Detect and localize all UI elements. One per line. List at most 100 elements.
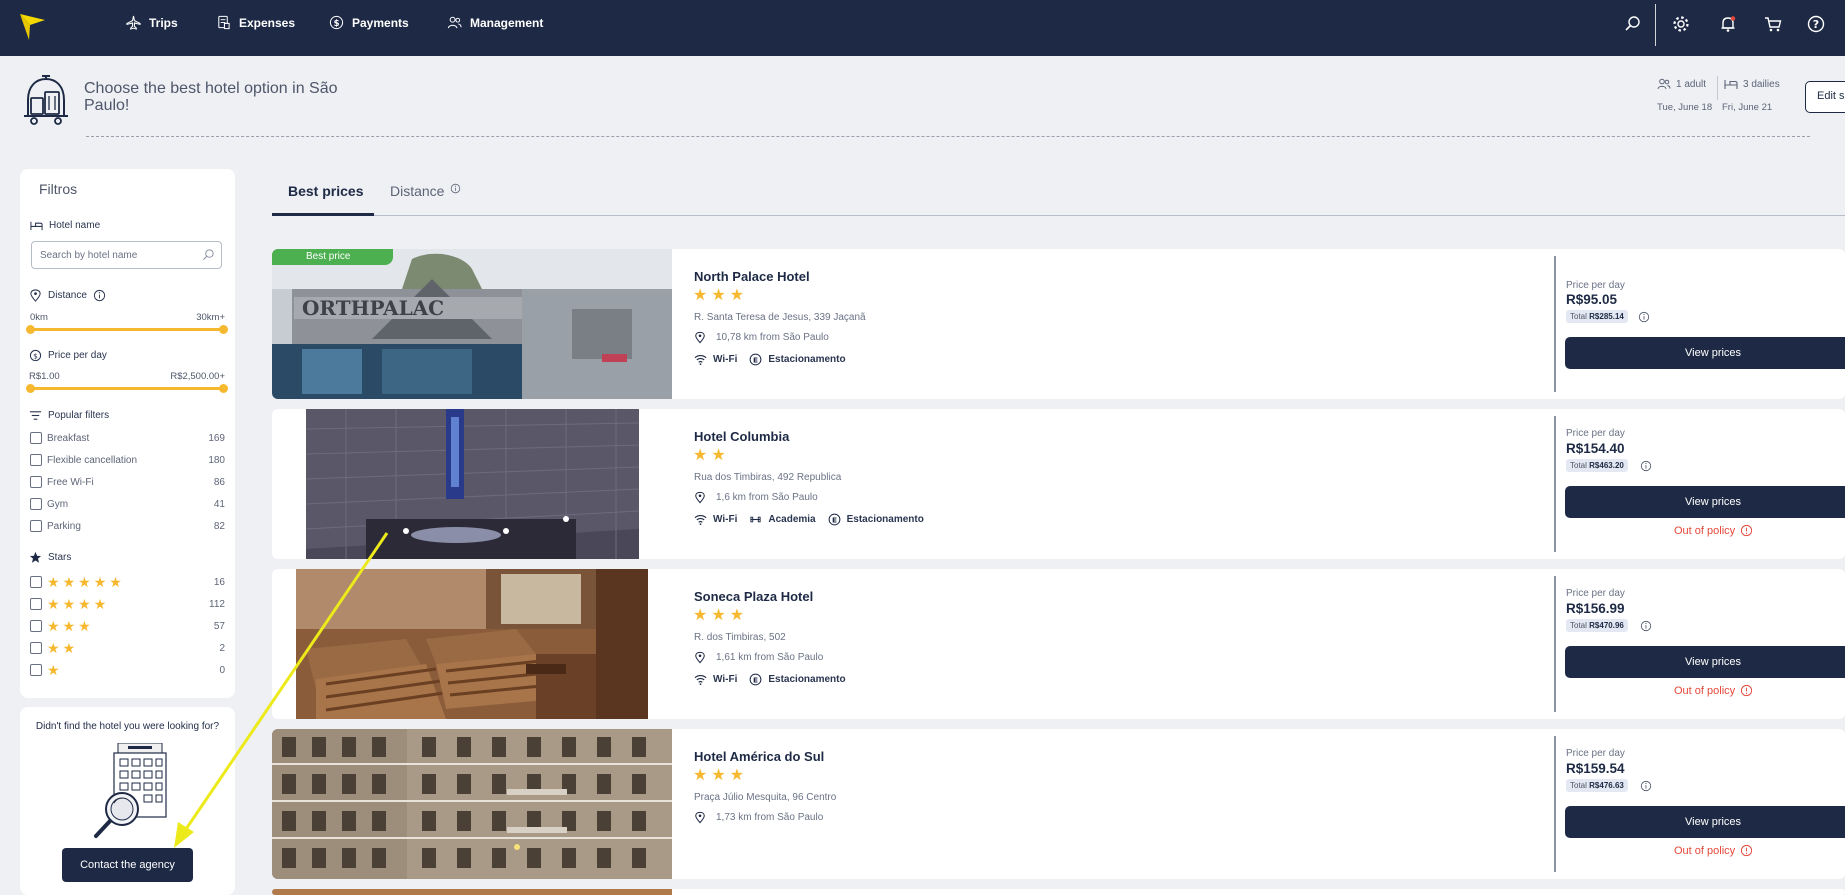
nav-expenses[interactable]: Expenses — [216, 15, 295, 30]
gear-icon[interactable] — [1671, 14, 1691, 34]
filter-count: 86 — [213, 476, 225, 488]
nav-management[interactable]: Management — [447, 15, 543, 30]
checkbox[interactable] — [30, 664, 42, 676]
info-icon[interactable] — [1640, 460, 1652, 472]
wifi-icon — [694, 354, 707, 365]
nav-trips[interactable]: Trips — [126, 15, 178, 30]
hotel-search-input[interactable]: Search by hotel name — [31, 241, 222, 269]
star-icon: ★ — [62, 573, 76, 590]
checkbox[interactable] — [30, 432, 42, 444]
price-filter-label: $ Price per day — [29, 349, 107, 362]
hotel-card-columbia[interactable]: Hotel Columbia ★ ★ Rua dos Timbiras, 492 … — [272, 409, 1845, 559]
hotel-card-north-palace[interactable]: ORTHPALAC Best price North Palace Hotel … — [272, 249, 1845, 399]
checkbox[interactable] — [30, 476, 42, 488]
filter-stars-3[interactable]: ★ ★ ★ 57 — [30, 619, 225, 633]
checkout-date: Fri, June 21 — [1722, 102, 1773, 113]
edit-search-button[interactable]: Edit se — [1805, 81, 1845, 113]
star-rating: ★ ★ ★ ★ ★ — [47, 575, 214, 590]
out-of-policy-label: Out of policy — [1674, 524, 1736, 537]
checkbox[interactable] — [30, 620, 42, 632]
filter-count: 180 — [208, 454, 225, 466]
view-prices-button[interactable]: View prices — [1565, 486, 1845, 518]
checkbox[interactable] — [30, 520, 42, 532]
hotel-photo[interactable] — [272, 729, 672, 879]
info-icon — [1741, 524, 1753, 537]
filter-stars-4[interactable]: ★ ★ ★ ★ 112 — [30, 597, 225, 611]
distance-slider[interactable] — [26, 325, 228, 334]
checkbox[interactable] — [30, 642, 42, 654]
active-tab-indicator — [272, 213, 374, 216]
filter-gym[interactable]: Gym 41 — [30, 497, 225, 511]
view-prices-button[interactable]: View prices — [1565, 806, 1845, 838]
distance-slider-max-handle[interactable] — [219, 325, 228, 334]
tab-distance[interactable]: Distance — [390, 183, 461, 199]
svg-text:$: $ — [33, 351, 38, 360]
out-of-policy-warning[interactable]: Out of policy — [1674, 524, 1753, 537]
price-slider-min-handle[interactable] — [26, 384, 35, 393]
checkbox[interactable] — [30, 576, 42, 588]
search-icon[interactable] — [1623, 14, 1643, 34]
distance-slider-min-handle[interactable] — [26, 325, 35, 334]
hotel-card-america-do-sul[interactable]: Hotel América do Sul ★ ★ ★ Praça Júlio Mes… — [272, 729, 1845, 879]
hotel-photo[interactable] — [296, 569, 648, 719]
filter-stars-5[interactable]: ★ ★ ★ ★ ★ 16 — [30, 575, 225, 589]
checkin-date: Tue, June 18 — [1657, 102, 1713, 113]
svg-text:E: E — [832, 515, 837, 524]
hotel-name[interactable]: North Palace Hotel — [694, 269, 810, 284]
info-icon[interactable] — [1638, 311, 1650, 323]
checkbox[interactable] — [30, 598, 42, 610]
filter-breakfast[interactable]: Breakfast 169 — [30, 431, 225, 445]
filter-stars-1[interactable]: ★ 0 — [30, 663, 225, 677]
star-icon: ★ — [729, 767, 745, 784]
filter-parking[interactable]: Parking 82 — [30, 519, 225, 533]
hotel-card-soneca-plaza[interactable]: Soneca Plaza Hotel ★ ★ ★ R. dos Timbiras, … — [272, 569, 1845, 719]
price-slider-max-handle[interactable] — [219, 384, 228, 393]
filter-count: 57 — [213, 620, 225, 632]
bell-icon[interactable] — [1718, 14, 1738, 34]
view-prices-button[interactable]: View prices — [1565, 337, 1845, 369]
star-icon: ★ — [78, 617, 91, 634]
amenity-wifi: Wi-Fi — [694, 353, 737, 366]
hotel-photo[interactable] — [306, 409, 639, 559]
filter-count: 0 — [219, 664, 225, 676]
view-prices-button[interactable]: View prices — [1565, 646, 1845, 678]
total-value: R$470.96 — [1589, 621, 1624, 630]
hotel-address: Rua dos Timbiras, 492 Republica — [694, 472, 842, 483]
info-icon[interactable] — [93, 289, 106, 302]
contact-agency-button[interactable]: Contact the agency — [62, 848, 193, 882]
receipt-icon — [218, 15, 230, 30]
info-icon[interactable] — [1640, 780, 1652, 792]
users-icon — [1657, 78, 1671, 90]
wifi-icon — [694, 674, 707, 685]
tab-best-prices[interactable]: Best prices — [288, 183, 363, 199]
price-per-day-value: R$95.05 — [1566, 292, 1618, 307]
dollar-icon: $ — [29, 349, 42, 362]
nav-payments[interactable]: $ Payments — [329, 15, 409, 30]
help-icon[interactable]: ? — [1806, 14, 1826, 34]
hotel-name[interactable]: Hotel América do Sul — [694, 749, 824, 764]
hotel-address: Praça Júlio Mesquita, 96 Centro — [694, 792, 837, 803]
app-logo[interactable] — [18, 12, 46, 42]
cart-icon[interactable] — [1763, 14, 1783, 34]
price-slider[interactable] — [26, 384, 228, 393]
checkbox[interactable] — [30, 454, 42, 466]
svg-text:$: $ — [334, 18, 340, 28]
out-of-policy-warning[interactable]: Out of policy — [1674, 684, 1753, 697]
hotel-name[interactable]: Soneca Plaza Hotel — [694, 589, 813, 604]
tabs-baseline — [272, 215, 1845, 216]
hotel-photo[interactable]: ORTHPALAC Best price — [272, 249, 672, 399]
hotel-distance: 1,73 km from São Paulo — [694, 811, 823, 824]
bed-icon — [1724, 80, 1738, 89]
amenity-label: Estacionamento — [768, 674, 846, 685]
filter-stars-2[interactable]: ★ ★ 2 — [30, 641, 225, 655]
nav-management-label: Management — [470, 15, 544, 30]
filter-flexible-cancellation[interactable]: Flexible cancellation 180 — [30, 453, 225, 467]
checkbox[interactable] — [30, 498, 42, 510]
filter-free-wifi[interactable]: Free Wi-Fi 86 — [30, 475, 225, 489]
info-icon[interactable] — [1640, 620, 1652, 632]
hotel-name[interactable]: Hotel Columbia — [694, 429, 789, 444]
total-label: Total — [1570, 312, 1587, 321]
stars-label-text: Stars — [48, 552, 72, 563]
price-divider — [1554, 736, 1556, 872]
out-of-policy-warning[interactable]: Out of policy — [1674, 844, 1753, 857]
